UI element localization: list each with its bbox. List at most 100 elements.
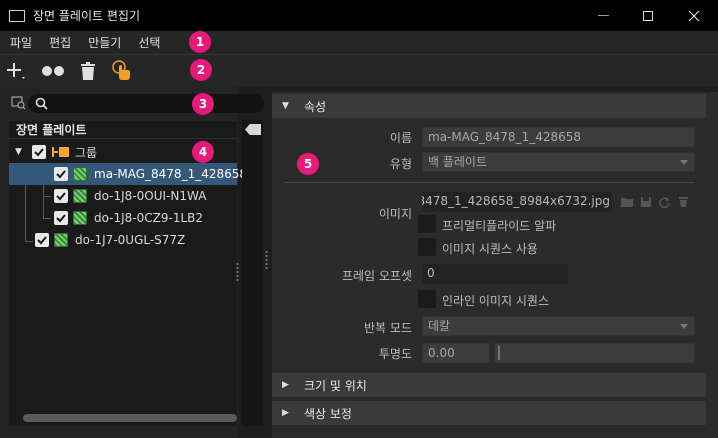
check-icon — [56, 214, 66, 223]
item-checkbox[interactable] — [54, 211, 68, 225]
plus-dropdown-icon — [7, 63, 25, 79]
group-checkbox[interactable] — [32, 145, 46, 159]
image-path-field[interactable]: MAG_8478_1_428658_8984x6732.jpg — [422, 192, 612, 212]
toolbar — [0, 54, 718, 86]
annotation-badge-3: 3 — [192, 93, 214, 115]
section-color-correction-header[interactable]: ▶ 색상 보정 — [272, 401, 706, 425]
expand-icon: ▶ — [282, 380, 289, 390]
repeat-mode-dropdown[interactable]: 데칼 — [422, 316, 695, 336]
repeat-mode-value: 데칼 — [428, 319, 451, 333]
annotation-badge-5: 5 — [297, 153, 319, 175]
check-icon — [56, 192, 66, 201]
annotation-badge-4: 4 — [192, 141, 214, 163]
name-label: 이름 — [389, 131, 412, 145]
save-icon[interactable] — [640, 196, 652, 208]
divider — [284, 182, 694, 183]
section-title: 속성 — [304, 99, 327, 114]
tree-item[interactable]: do-1J7-0UGL-S77Z — [9, 229, 237, 251]
image-thumbnail-icon — [73, 167, 87, 181]
collapse-icon: ▼ — [282, 101, 289, 111]
type-value: 백 플레이트 — [428, 155, 488, 169]
item-checkbox[interactable] — [54, 167, 68, 181]
check-icon — [34, 148, 44, 157]
duplicate-button[interactable] — [40, 59, 66, 83]
premultiplied-alpha-checkbox[interactable] — [418, 215, 436, 233]
opacity-label: 투명도 — [378, 347, 412, 361]
item-checkbox[interactable] — [54, 189, 68, 203]
chevron-down-icon — [680, 324, 688, 329]
image-thumbnail-icon — [73, 211, 87, 225]
premultiplied-alpha-label: 프리멀티플라이드 알파 — [442, 219, 557, 233]
delete-button[interactable] — [76, 59, 100, 83]
frame-offset-field[interactable]: 0 — [422, 264, 568, 284]
menu-select[interactable]: 선택 — [128, 34, 167, 51]
scene-tree-panel: 장면 플레이트 ▼ 그룹 ma-MAG_8478_1_428658 do-1J8… — [0, 86, 264, 438]
app-icon — [9, 9, 25, 22]
menu-create[interactable]: 만들기 — [78, 34, 128, 51]
scene-tree: 장면 플레이트 ▼ 그룹 ma-MAG_8478_1_428658 do-1J8… — [9, 121, 247, 426]
collapsed-column — [242, 120, 263, 426]
trash-icon — [81, 62, 95, 80]
chevron-down-icon — [680, 160, 688, 165]
opacity-slider[interactable] — [494, 343, 695, 363]
annotation-badge-2: 2 — [190, 59, 212, 81]
opacity-field[interactable]: 0.00 — [422, 343, 490, 363]
section-title: 크기 및 위치 — [304, 378, 367, 393]
repeat-mode-label: 반복 모드 — [364, 321, 412, 335]
name-field[interactable]: ma-MAG_8478_1_428658 — [422, 127, 695, 147]
maximize-icon — [643, 10, 653, 21]
inline-sequence-checkbox[interactable] — [418, 290, 436, 308]
image-path-value: MAG_8478_1_428658_8984x6732.jpg — [422, 194, 610, 208]
tree-item[interactable]: do-1J8-0CZ9-1LB2 — [9, 207, 237, 229]
properties-panel: ▼ 속성 이름 ma-MAG_8478_1_428658 유형 백 플레이트 이… — [272, 92, 718, 438]
image-label: 이미지 — [378, 207, 412, 221]
type-label: 유형 — [389, 157, 412, 171]
circles-icon — [42, 66, 64, 76]
menu-bar: 파일 편집 만들기 선택 — [0, 31, 718, 54]
close-icon — [688, 10, 700, 21]
search-input[interactable] — [28, 94, 264, 113]
inline-sequence-label: 인라인 이미지 시퀀스 — [442, 294, 549, 308]
section-title: 색상 보정 — [304, 406, 352, 421]
tag-icon[interactable] — [245, 124, 261, 135]
image-thumbnail-icon — [54, 233, 68, 247]
group-icon — [52, 147, 69, 157]
tree-item-label: do-1J8-0OUI-N1WA — [94, 189, 207, 203]
type-dropdown[interactable]: 백 플레이트 — [422, 152, 695, 172]
slider-handle[interactable] — [498, 346, 500, 360]
tree-item-label: ma-MAG_8478_1_428658 — [94, 167, 248, 181]
image-thumbnail-icon — [73, 189, 87, 203]
folder-icon[interactable] — [620, 196, 634, 208]
splitter-handle[interactable] — [265, 250, 268, 270]
annotation-badge-1: 1 — [189, 31, 211, 53]
image-sequence-checkbox[interactable] — [418, 238, 436, 256]
refresh-icon[interactable] — [658, 196, 671, 208]
add-button[interactable] — [4, 59, 28, 83]
menu-edit[interactable]: 편집 — [39, 34, 78, 51]
horizontal-scrollbar[interactable] — [23, 414, 237, 422]
check-icon — [56, 170, 66, 179]
tree-header: 장면 플레이트 — [9, 121, 237, 139]
window-title: 장면 플레이트 편집기 — [33, 9, 140, 23]
section-properties-header[interactable]: ▼ 속성 — [272, 94, 706, 118]
tree-item[interactable]: ma-MAG_8478_1_428658 — [9, 163, 247, 185]
title-bar: 장면 플레이트 편집기 — [0, 0, 718, 31]
search-icon — [35, 97, 48, 110]
item-checkbox[interactable] — [35, 233, 49, 247]
check-icon — [37, 236, 47, 245]
close-button[interactable] — [671, 0, 717, 31]
group-label: 그룹 — [75, 145, 98, 160]
image-sequence-label: 이미지 시퀀스 사용 — [442, 242, 538, 256]
section-size-position-header[interactable]: ▶ 크기 및 위치 — [272, 373, 706, 397]
menu-file[interactable]: 파일 — [0, 34, 39, 51]
expand-icon[interactable]: ▼ — [15, 147, 25, 157]
minimize-button[interactable] — [580, 0, 626, 31]
tree-item[interactable]: do-1J8-0OUI-N1WA — [9, 185, 237, 207]
pick-button[interactable] — [110, 59, 134, 83]
image-search-icon[interactable] — [11, 96, 26, 110]
maximize-button[interactable] — [625, 0, 671, 31]
expand-icon: ▶ — [282, 408, 289, 418]
splitter-handle[interactable] — [236, 262, 239, 282]
trash-icon[interactable] — [678, 196, 689, 208]
hand-pointer-icon — [112, 60, 130, 80]
